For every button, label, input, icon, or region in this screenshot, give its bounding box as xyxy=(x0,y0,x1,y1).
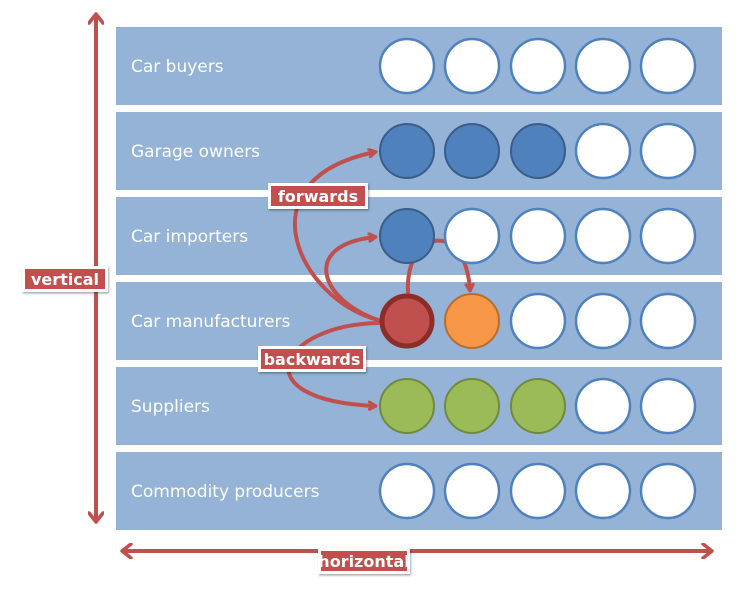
company-circle-orange xyxy=(444,293,500,349)
company-circle-empty xyxy=(509,462,567,520)
row-label: Car buyers xyxy=(131,57,224,77)
forwards-tag: forwards xyxy=(268,183,368,209)
row-label: Garage owners xyxy=(131,142,260,162)
company-circle-blue xyxy=(510,123,566,179)
company-circle-empty xyxy=(639,292,697,350)
row-label: Suppliers xyxy=(131,397,210,417)
company-circle-empty xyxy=(574,462,632,520)
backwards-tag-label: backwards xyxy=(264,350,361,369)
company-circle-empty xyxy=(639,207,697,265)
company-circle-empty xyxy=(574,377,632,435)
company-circle-blue xyxy=(379,123,435,179)
company-circle-empty xyxy=(639,462,697,520)
company-circle-empty xyxy=(574,122,632,180)
company-circle-green xyxy=(510,378,566,434)
rows-layer: Car buyers Garage owners Car importers Car … xyxy=(116,27,722,530)
company-circle-empty xyxy=(378,37,436,95)
company-circle-red xyxy=(379,293,435,349)
company-circle-empty xyxy=(509,292,567,350)
row-label: Commodity producers xyxy=(131,482,320,502)
company-circle-green xyxy=(379,378,435,434)
company-circle-green xyxy=(444,378,500,434)
company-circle-empty xyxy=(574,207,632,265)
company-circle-empty xyxy=(443,37,501,95)
integration-diagram: Car buyers Garage owners Car importers Car … xyxy=(22,0,722,574)
company-circle-empty xyxy=(639,377,697,435)
forwards-tag-label: forwards xyxy=(278,187,358,206)
company-circle-empty xyxy=(509,207,567,265)
circles-layer xyxy=(378,37,697,520)
company-circle-empty xyxy=(574,37,632,95)
row-label: Car manufacturers xyxy=(131,312,290,332)
vertical-tag: vertical xyxy=(22,266,108,292)
horizontal-tag-label: horizontal xyxy=(318,552,409,571)
company-circle-empty xyxy=(574,292,632,350)
company-circle-blue xyxy=(379,208,435,264)
horizontal-tag: horizontal xyxy=(318,548,410,574)
company-circle-empty xyxy=(443,207,501,265)
company-circle-empty xyxy=(443,462,501,520)
company-circle-empty xyxy=(639,37,697,95)
company-circle-blue xyxy=(444,123,500,179)
company-circle-empty xyxy=(509,37,567,95)
row-label: Car importers xyxy=(131,227,248,247)
vertical-tag-label: vertical xyxy=(31,270,99,289)
company-circle-empty xyxy=(378,462,436,520)
backwards-tag: backwards xyxy=(258,346,366,372)
company-circle-empty xyxy=(639,122,697,180)
